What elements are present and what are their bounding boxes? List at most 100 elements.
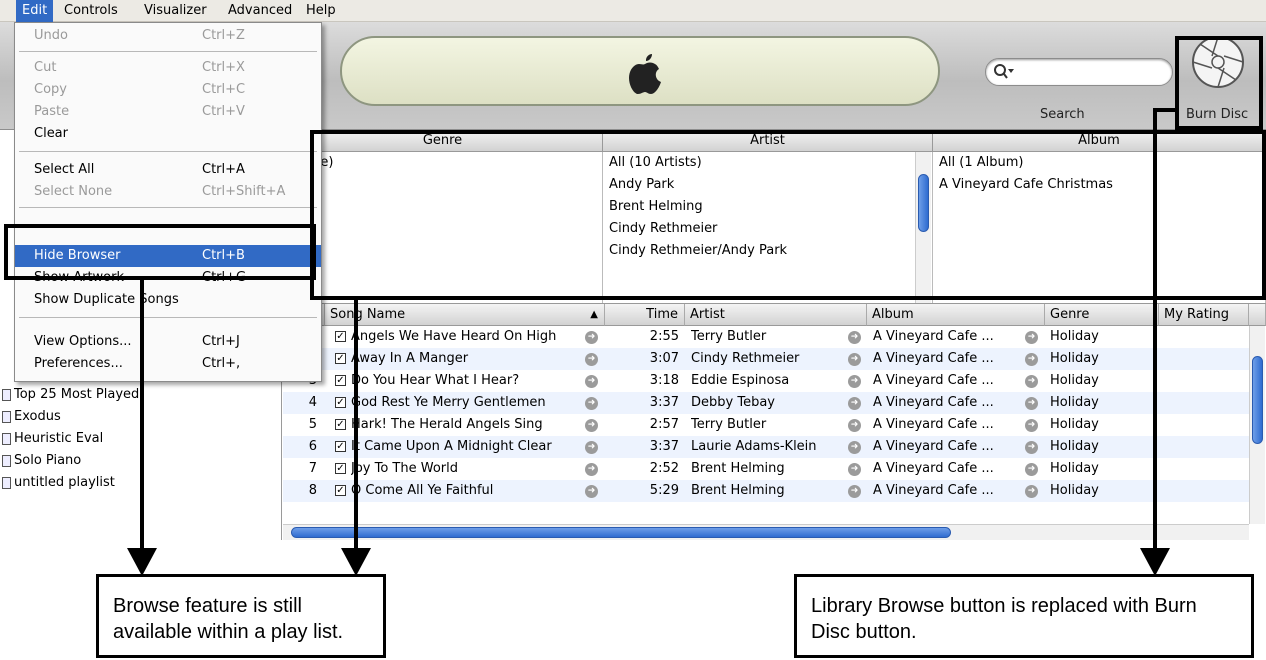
menu-item-clear[interactable]: Clear bbox=[15, 123, 321, 145]
menu-item-cut[interactable]: Cut Ctrl+X bbox=[15, 57, 321, 79]
menu-controls[interactable]: Controls bbox=[58, 0, 124, 22]
genre-column-header[interactable]: Genre bbox=[1045, 304, 1159, 326]
song-rating[interactable] bbox=[1164, 458, 1244, 480]
menu-item-show-duplicates[interactable]: Show Duplicate Songs bbox=[15, 289, 321, 311]
callout-line bbox=[1153, 108, 1157, 550]
song-album: A Vineyard Cafe ... bbox=[873, 439, 994, 454]
go-arrow-icon[interactable]: ➜ bbox=[585, 463, 598, 476]
playlist-item[interactable]: untitled playlist bbox=[2, 472, 115, 494]
song-time: 3:18 bbox=[649, 373, 679, 388]
playlist-item[interactable]: Heuristic Eval bbox=[2, 428, 103, 450]
search-field[interactable] bbox=[985, 58, 1173, 86]
song-row[interactable]: 4 ✓ God Rest Ye Merry Gentlemen ➜ 3:37 Debby … bbox=[283, 392, 1249, 414]
include-checkbox[interactable]: ✓ bbox=[335, 353, 346, 364]
go-arrow-icon[interactable]: ➜ bbox=[848, 375, 861, 388]
album-column-header[interactable]: Album bbox=[867, 304, 1045, 326]
song-rating[interactable] bbox=[1164, 436, 1244, 458]
rating-header[interactable]: My Rating bbox=[1159, 304, 1249, 326]
header-corner bbox=[1249, 304, 1266, 326]
menu-advanced[interactable]: Advanced bbox=[222, 0, 298, 22]
callout-line bbox=[140, 280, 144, 550]
song-row[interactable]: 3✓Do You Hear What I Hear?➜3:18Eddie Esp… bbox=[283, 370, 1249, 392]
go-arrow-icon[interactable]: ➜ bbox=[1025, 353, 1038, 366]
playlist-item[interactable]: Exodus bbox=[2, 406, 61, 428]
song-time: 3:37 bbox=[649, 395, 679, 410]
song-rating[interactable] bbox=[1164, 414, 1244, 436]
include-checkbox[interactable]: ✓ bbox=[335, 397, 346, 408]
playlist-icon bbox=[2, 389, 11, 401]
go-arrow-icon[interactable]: ➜ bbox=[1025, 441, 1038, 454]
song-row[interactable]: 5 ✓ Hark! The Herald Angels Sing ➜ 2:57 Terry… bbox=[283, 414, 1249, 436]
go-arrow-icon[interactable]: ➜ bbox=[585, 375, 598, 388]
song-row[interactable]: 7 ✓ Joy To The World ➜ 2:52 Brent Helming ➜ A V… bbox=[283, 458, 1249, 480]
include-checkbox[interactable]: ✓ bbox=[335, 463, 346, 474]
song-album: A Vineyard Cafe ... bbox=[873, 483, 994, 498]
menu-item-select-all[interactable]: Select All Ctrl+A bbox=[15, 159, 321, 181]
go-arrow-icon[interactable]: ➜ bbox=[848, 419, 861, 432]
playlist-item[interactable]: Solo Piano bbox=[2, 450, 81, 472]
include-checkbox[interactable]: ✓ bbox=[335, 375, 346, 386]
include-checkbox[interactable]: ✓ bbox=[335, 485, 346, 496]
callout-arrow bbox=[341, 548, 371, 576]
artist-column-header[interactable]: Artist bbox=[685, 304, 867, 326]
menu-item-view-options[interactable]: View Options... Ctrl+J bbox=[15, 331, 321, 353]
browser-highlight bbox=[310, 130, 1266, 300]
song-rating[interactable] bbox=[1164, 370, 1244, 392]
menu-edit[interactable]: Edit bbox=[16, 0, 54, 22]
go-arrow-icon[interactable]: ➜ bbox=[1025, 375, 1038, 388]
go-arrow-icon[interactable]: ➜ bbox=[585, 353, 598, 366]
playlist-item[interactable]: Top 25 Most Played bbox=[2, 384, 139, 406]
song-time: 3:07 bbox=[649, 351, 679, 366]
go-arrow-icon[interactable]: ➜ bbox=[1025, 463, 1038, 476]
song-artist: Terry Butler bbox=[691, 329, 767, 344]
include-checkbox[interactable]: ✓ bbox=[335, 441, 346, 452]
menu-item-preferences[interactable]: Preferences... Ctrl+, bbox=[15, 353, 321, 375]
menu-visualizer[interactable]: Visualizer bbox=[138, 0, 213, 22]
go-arrow-icon[interactable]: ➜ bbox=[1025, 397, 1038, 410]
go-arrow-icon[interactable]: ➜ bbox=[848, 397, 861, 410]
include-checkbox[interactable]: ✓ bbox=[335, 331, 346, 342]
include-checkbox[interactable]: ✓ bbox=[335, 419, 346, 430]
menu-help[interactable]: Help bbox=[300, 0, 342, 22]
song-row[interactable]: 8 ✓ O Come All Ye Faithful ➜ 5:29 Brent Helmi… bbox=[283, 480, 1249, 502]
song-rating[interactable] bbox=[1164, 480, 1244, 502]
time-header[interactable]: Time bbox=[605, 304, 685, 326]
menu-item-select-none[interactable]: Select None Ctrl+Shift+A bbox=[15, 181, 321, 203]
song-rating[interactable] bbox=[1164, 348, 1244, 370]
scroll-thumb[interactable] bbox=[291, 527, 951, 538]
song-name-header[interactable]: Song Name ▲ bbox=[325, 304, 605, 326]
go-arrow-icon[interactable]: ➜ bbox=[848, 463, 861, 476]
go-arrow-icon[interactable]: ➜ bbox=[1025, 485, 1038, 498]
song-name: God Rest Ye Merry Gentlemen bbox=[351, 395, 546, 410]
menu-shortcut: Ctrl+J bbox=[202, 334, 240, 349]
go-arrow-icon[interactable]: ➜ bbox=[848, 353, 861, 366]
go-arrow-icon[interactable]: ➜ bbox=[585, 397, 598, 410]
horizontal-scrollbar[interactable] bbox=[283, 524, 1249, 540]
song-rating[interactable] bbox=[1164, 392, 1244, 414]
song-name-header-label: Song Name bbox=[330, 307, 406, 322]
go-arrow-icon[interactable]: ➜ bbox=[585, 485, 598, 498]
song-artist: Brent Helming bbox=[691, 461, 785, 476]
hide-browser-highlight bbox=[4, 224, 316, 280]
song-rating[interactable] bbox=[1164, 326, 1244, 348]
menu-item-undo[interactable]: Undo Ctrl+Z bbox=[15, 25, 321, 47]
menu-item-paste[interactable]: Paste Ctrl+V bbox=[15, 101, 321, 123]
go-arrow-icon[interactable]: ➜ bbox=[585, 419, 598, 432]
go-arrow-icon[interactable]: ➜ bbox=[848, 331, 861, 344]
go-arrow-icon[interactable]: ➜ bbox=[1025, 331, 1038, 344]
go-arrow-icon[interactable]: ➜ bbox=[848, 441, 861, 454]
scroll-thumb[interactable] bbox=[1252, 356, 1263, 444]
track-number: 4 bbox=[308, 395, 317, 410]
go-arrow-icon[interactable]: ➜ bbox=[585, 441, 598, 454]
song-row[interactable]: ✓ Away In A Manger ➜ 3:07 Cindy Rethmeier ➜ A … bbox=[283, 348, 1249, 370]
go-arrow-icon[interactable]: ➜ bbox=[848, 485, 861, 498]
song-row[interactable]: 6 ✓ It Came Upon A Midnight Clear ➜ 3:37 Laur… bbox=[283, 436, 1249, 458]
menu-label: Preferences... bbox=[34, 356, 123, 371]
song-scrollbar[interactable] bbox=[1249, 326, 1265, 524]
song-row[interactable]: ✓ Angels We Have Heard On High ➜ 2:55 Terry … bbox=[283, 326, 1249, 348]
song-list: Song Name ▲ Time Artist Album Genre My Ra… bbox=[283, 303, 1266, 540]
go-arrow-icon[interactable]: ➜ bbox=[585, 331, 598, 344]
go-arrow-icon[interactable]: ➜ bbox=[1025, 419, 1038, 432]
menu-item-copy[interactable]: Copy Ctrl+C bbox=[15, 79, 321, 101]
song-time: 3:37 bbox=[649, 439, 679, 454]
